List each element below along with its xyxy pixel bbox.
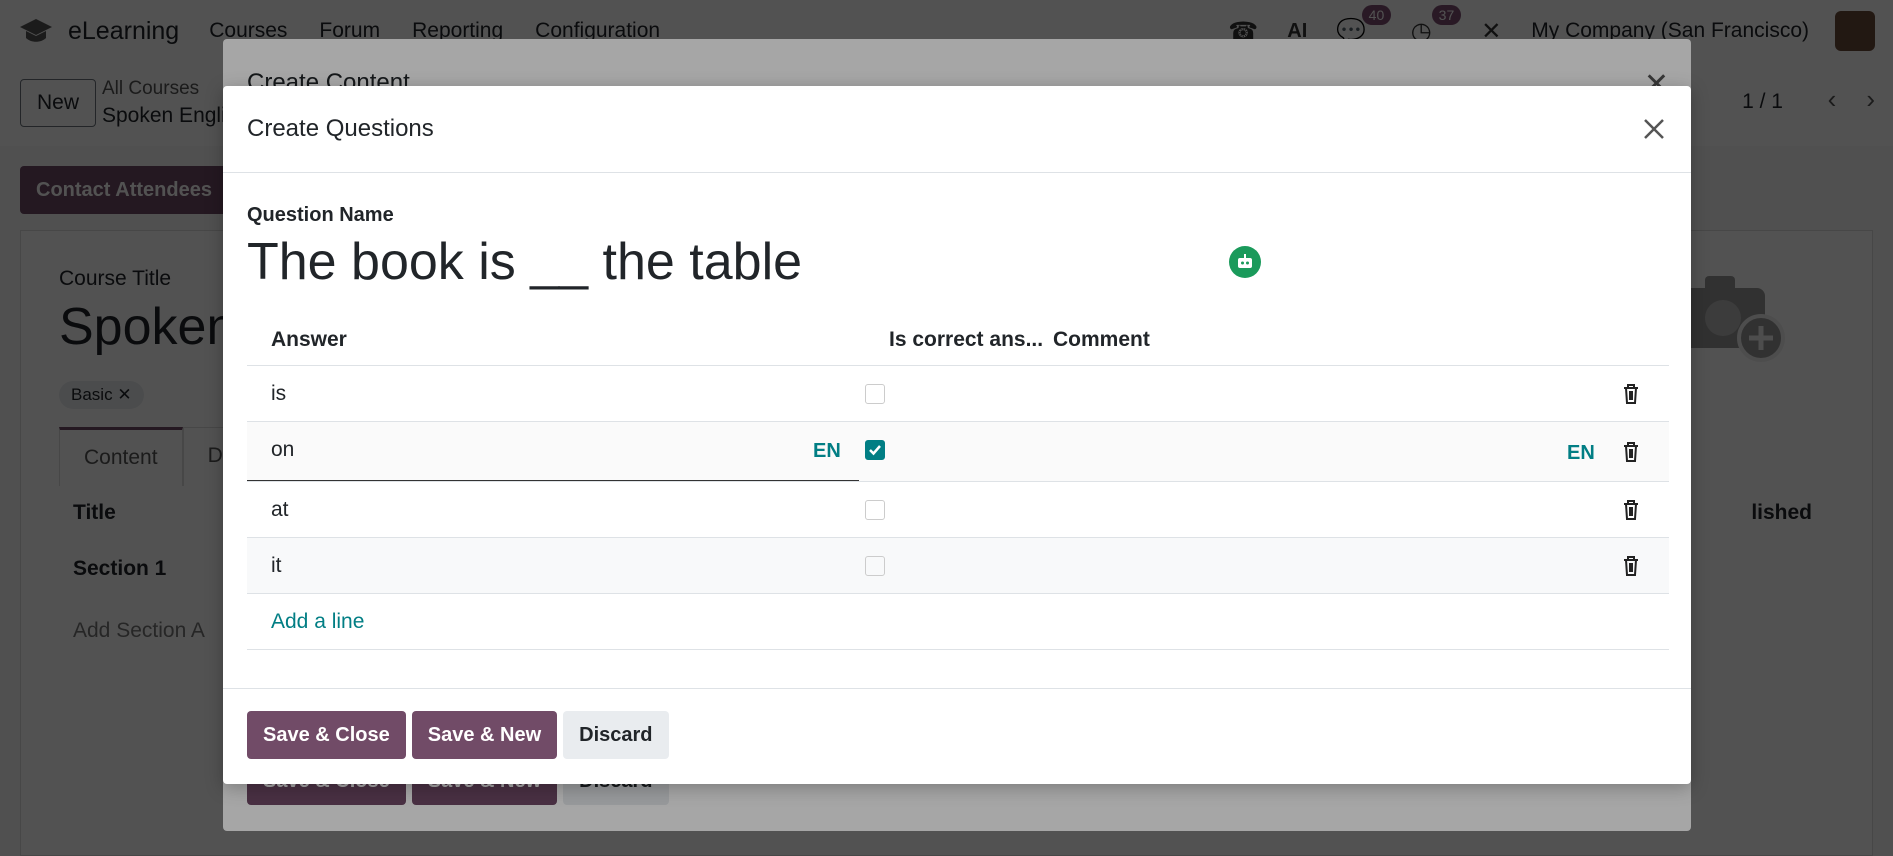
close-icon[interactable] (1637, 112, 1671, 146)
trash-icon[interactable] (1621, 383, 1641, 405)
lang-button[interactable]: EN (813, 440, 841, 463)
create-questions-dialog: Create Questions Question Name The book … (223, 86, 1691, 784)
answer-input-underline (247, 480, 859, 481)
correct-checkbox[interactable] (865, 556, 885, 576)
answer-text[interactable]: on (271, 438, 294, 462)
column-is-correct[interactable]: Is correct ans... (889, 328, 1043, 352)
table-row[interactable]: is (247, 366, 1669, 422)
question-name-label: Question Name (247, 204, 394, 226)
answer-text[interactable]: is (271, 382, 286, 406)
table-row[interactable]: on EN EN (247, 422, 1669, 482)
table-row[interactable]: at (247, 482, 1669, 538)
column-comment[interactable]: Comment (1053, 328, 1150, 352)
table-row[interactable]: it (247, 538, 1669, 594)
add-line-row: Add a line (247, 594, 1669, 650)
trash-icon[interactable] (1621, 555, 1641, 577)
trash-icon[interactable] (1621, 499, 1641, 521)
save-close-button[interactable]: Save & Close (247, 711, 406, 759)
answer-text[interactable]: at (271, 498, 289, 522)
answer-text[interactable]: it (271, 554, 282, 578)
add-a-line-link[interactable]: Add a line (271, 610, 364, 634)
discard-button[interactable]: Discard (563, 711, 669, 759)
dialog-title: Create Questions (247, 115, 434, 142)
ai-robot-icon[interactable] (1229, 246, 1261, 278)
correct-checkbox[interactable] (865, 440, 885, 460)
correct-checkbox[interactable] (865, 500, 885, 520)
dialog-footer: Save & Close Save & New Discard (223, 688, 1691, 784)
dialog-header: Create Questions (223, 86, 1691, 173)
correct-checkbox[interactable] (865, 384, 885, 404)
table-header: Answer Is correct ans... Comment (247, 312, 1669, 366)
save-new-button[interactable]: Save & New (411, 711, 558, 759)
trash-icon[interactable] (1621, 441, 1641, 463)
comment-lang-button[interactable]: EN (1567, 442, 1595, 465)
question-name-input[interactable]: The book is __ the table (247, 232, 802, 292)
column-answer[interactable]: Answer (271, 328, 347, 352)
answers-table: Answer Is correct ans... Comment is on E… (247, 312, 1669, 650)
